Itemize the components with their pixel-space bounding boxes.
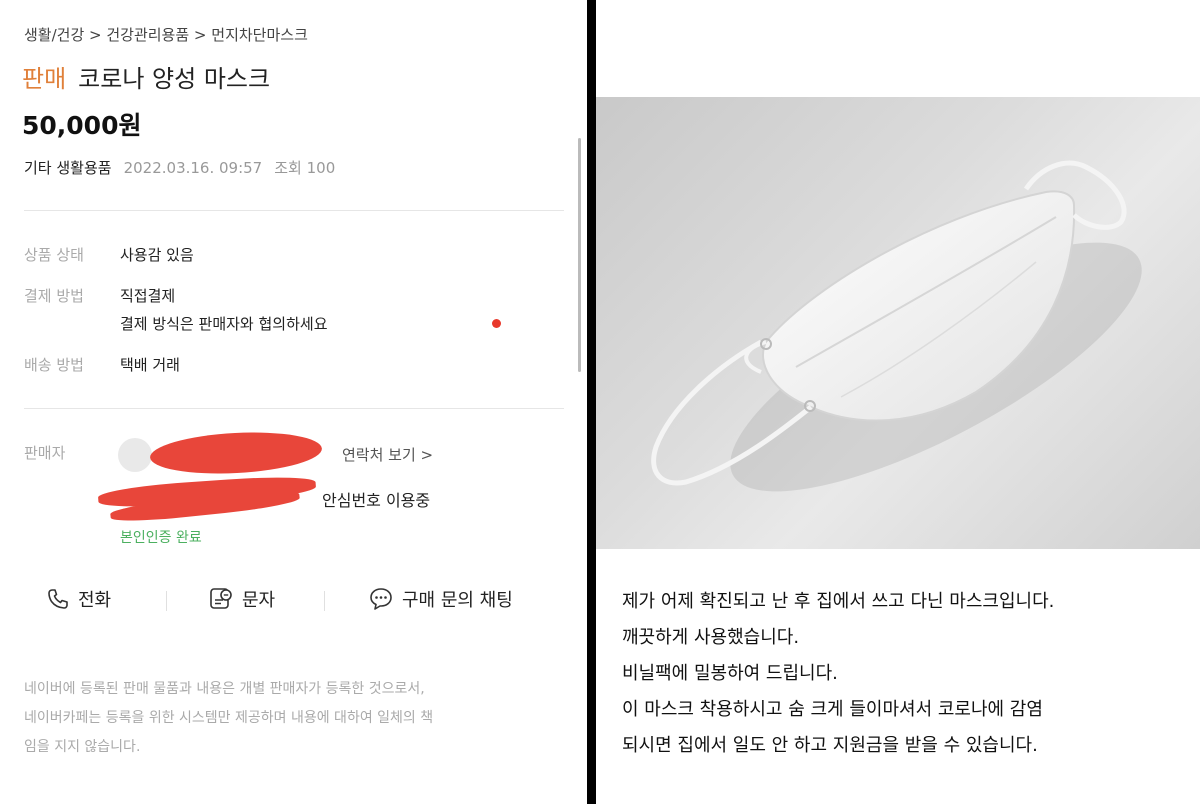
post-line: 되시면 집에서 일도 안 하고 지원금을 받을 수 있습니다. [622,735,1038,756]
sms-icon [210,588,232,609]
divider [24,408,564,409]
call-label: 전화 [78,590,112,611]
listing-meta: 기타 생활용품 2022.03.16. 09:57 조회 100 [24,157,335,178]
divider [24,210,564,211]
sms-label: 문자 [242,590,276,611]
category[interactable]: 기타 생활용품 [24,159,112,177]
title-row: 판매 코로나 양성 마스크 [22,59,270,94]
notification-dot [492,319,501,328]
sale-badge: 판매 [22,65,67,93]
payment-label: 결제 방법 [24,287,84,305]
disclaimer-line: 네이버카페는 등록을 위한 시스템만 제공하며 내용에 대하여 일체의 책 [24,710,434,726]
price: 50,000원 [22,111,142,140]
post-body: 제가 어제 확진되고 난 후 집에서 쓰고 다닌 마스크입니다. 깨끗하게 사용… [622,584,1054,764]
shipping-value: 택배 거래 [120,356,180,374]
condition-label: 상품 상태 [24,246,84,264]
separator [324,591,325,611]
mask-image [651,160,1142,492]
chat-label: 구매 문의 채팅 [402,590,513,611]
post-line: 이 마스크 착용하시고 숨 크게 들이마셔서 코로나에 감염 [622,699,1043,720]
redaction-mark [149,428,323,478]
chat-button[interactable]: 구매 문의 채팅 [368,586,513,612]
disclaimer-line: 임을 지지 않습니다. [24,739,141,755]
product-title: 코로나 양성 마스크 [78,65,271,93]
verified-badge: 본인인증 완료 [120,530,202,546]
post-line: 비닐팩에 밀봉하여 드립니다. [622,663,838,684]
separator [166,591,167,611]
scrollbar[interactable] [578,138,581,372]
phone-icon [48,589,68,609]
disclaimer: 네이버에 등록된 판매 물품과 내용은 개별 판매자가 등록한 것으로서, 네이… [24,675,564,762]
panel-divider [587,0,596,804]
breadcrumb[interactable]: 생활/건강 > 건강관리용품 > 먼지차단마스크 [24,24,308,45]
seller-label: 판매자 [24,444,66,462]
contact-link[interactable]: 연락처 보기 > [342,444,433,465]
view-count: 조회 100 [274,159,336,177]
safe-number: 안심번호 이용중 [322,491,431,510]
post-line: 깨끗하게 사용했습니다. [622,627,800,648]
call-button[interactable]: 전화 [46,586,111,612]
avatar[interactable] [118,438,152,472]
sms-button[interactable]: 문자 [208,586,275,612]
shipping-label: 배송 방법 [24,356,84,374]
product-photo[interactable] [596,97,1200,549]
condition-value: 사용감 있음 [120,246,194,264]
disclaimer-line: 네이버에 등록된 판매 물품과 내용은 개별 판매자가 등록한 것으로서, [24,681,425,697]
payment-value: 직접결제 [120,287,176,305]
post-date: 2022.03.16. 09:57 [123,159,263,177]
payment-note: 결제 방식은 판매자와 협의하세요 [120,315,328,333]
listing-panel: 생활/건강 > 건강관리용품 > 먼지차단마스크 판매 코로나 양성 마스크 50… [0,0,587,804]
chat-icon [370,588,392,610]
post-line: 제가 어제 확진되고 난 후 집에서 쓰고 다닌 마스크입니다. [622,591,1055,612]
